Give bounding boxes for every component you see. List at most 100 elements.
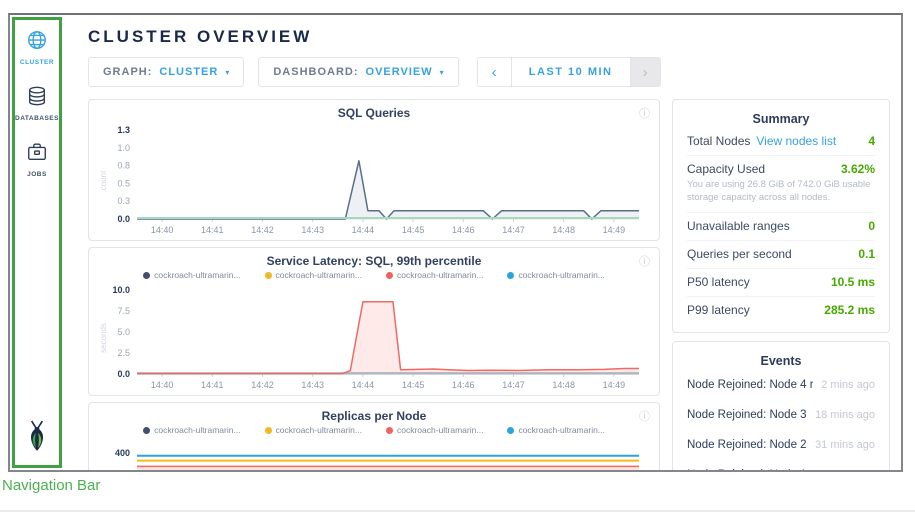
graph-dropdown[interactable]: GRAPH: CLUSTER ▾ (88, 57, 244, 87)
svg-text:400: 400 (115, 448, 130, 458)
svg-text:14:43: 14:43 (301, 225, 324, 235)
event-text: Node Rejoined: Node 2 rej... (687, 439, 807, 451)
info-icon[interactable]: ⓘ (639, 408, 650, 424)
sql-queries-chart-card: SQL Queries ⓘ 14:4014:4114:4214:4314:441… (88, 99, 660, 241)
content-row: SQL Queries ⓘ 14:4014:4114:4214:4314:441… (88, 99, 893, 472)
legend-dot-icon (265, 427, 272, 434)
svg-text:14:49: 14:49 (603, 225, 626, 235)
legend-dot-icon (386, 272, 393, 279)
sidebar-item-jobs[interactable]: JOBS (26, 141, 48, 178)
database-icon (26, 85, 48, 112)
summary-row-unavailable-ranges: Unavailable ranges 0 (687, 213, 875, 241)
legend-label: cockroach-ultramarin... (518, 270, 604, 280)
dashboard-dropdown[interactable]: DASHBOARD: OVERVIEW ▾ (258, 57, 458, 87)
legend-item[interactable]: cockroach-ultramarin... (265, 425, 362, 435)
service-latency-chart: 14:4014:4114:4214:4314:4414:4514:4614:47… (97, 283, 649, 393)
event-row[interactable]: Node Rejoined: Node 3 rej... 18 mins ago (687, 400, 875, 430)
svg-text:1.0: 1.0 (117, 143, 130, 153)
summary-row-capacity-used: Capacity Used 3.62% You are using 26.8 G… (687, 156, 875, 213)
events-panel: Events Node Rejoined: Node 4 rej... 2 mi… (672, 341, 890, 472)
chart-legend: cockroach-ultramarin... cockroach-ultrama… (97, 425, 651, 435)
navigation-bar: CLUSTER DATABASES JOBS (12, 17, 62, 468)
legend-label: cockroach-ultramarin... (276, 425, 362, 435)
legend-label: cockroach-ultramarin... (154, 425, 240, 435)
summary-row-value: 10.5 ms (831, 275, 875, 289)
svg-text:14:44: 14:44 (352, 380, 375, 390)
replicas-per-node-chart: 14:4014:4114:4214:4314:4414:4514:4614:47… (97, 438, 649, 472)
summary-row-value: 285.2 ms (824, 303, 875, 317)
legend-dot-icon (507, 427, 514, 434)
summary-row-label: Total Nodes (687, 134, 750, 148)
legend-item[interactable]: cockroach-ultramarin... (265, 270, 362, 280)
legend-label: cockroach-ultramarin... (397, 425, 483, 435)
legend-label: cockroach-ultramarin... (276, 270, 362, 280)
legend-item[interactable]: cockroach-ultramarin... (143, 270, 240, 280)
main-content: CLUSTER OVERVIEW GRAPH: CLUSTER ▾ DASHBO… (64, 15, 901, 470)
svg-text:14:42: 14:42 (251, 225, 274, 235)
globe-icon (26, 29, 48, 56)
svg-text:14:40: 14:40 (151, 225, 174, 235)
summary-row-value: 4 (868, 134, 875, 148)
navigation-bar-caption: Navigation Bar (2, 477, 100, 494)
legend-item[interactable]: cockroach-ultramarin... (386, 425, 483, 435)
svg-text:count: count (99, 170, 108, 190)
cockroachdb-logo[interactable] (24, 420, 50, 457)
chart-legend: cockroach-ultramarin... cockroach-ultrama… (97, 270, 651, 280)
summary-row-value: 0.1 (858, 247, 875, 261)
event-time: 18 mins ago (815, 409, 875, 421)
legend-item[interactable]: cockroach-ultramarin... (507, 425, 604, 435)
legend-dot-icon (265, 272, 272, 279)
right-column: Summary Total Nodes View nodes list 4 Ca… (672, 99, 890, 472)
summary-row-value: 3.62% (841, 162, 875, 176)
svg-text:14:44: 14:44 (352, 225, 375, 235)
graph-dropdown-value: CLUSTER (159, 66, 218, 78)
event-row[interactable]: Node Rejoined: Node 1 rej... an hour ago (687, 460, 875, 472)
briefcase-icon (26, 141, 48, 168)
summary-row-queries-per-second: Queries per second 0.1 (687, 241, 875, 269)
svg-text:0.8: 0.8 (117, 161, 130, 171)
view-nodes-list-link[interactable]: View nodes list (756, 134, 836, 148)
chevron-down-icon: ▾ (440, 68, 444, 77)
time-range-prev-button[interactable]: ‹ (478, 58, 512, 86)
summary-row-label: Queries per second (687, 247, 792, 261)
capacity-used-note: You are using 26.8 GiB of 742.0 GiB usab… (687, 179, 875, 205)
svg-text:seconds: seconds (99, 323, 108, 353)
event-row[interactable]: Node Rejoined: Node 4 rej... 2 mins ago (687, 370, 875, 400)
summary-row-p99-latency: P99 latency 285.2 ms (687, 297, 875, 324)
svg-text:0.5: 0.5 (117, 178, 130, 188)
time-range-next-button[interactable]: › (630, 58, 660, 86)
legend-item[interactable]: cockroach-ultramarin... (143, 425, 240, 435)
svg-text:14:46: 14:46 (452, 225, 475, 235)
svg-text:14:43: 14:43 (301, 380, 324, 390)
legend-item[interactable]: cockroach-ultramarin... (386, 270, 483, 280)
service-latency-chart-card: Service Latency: SQL, 99th percentile ⓘ … (88, 247, 660, 396)
svg-text:14:48: 14:48 (552, 225, 575, 235)
legend-item[interactable]: cockroach-ultramarin... (507, 270, 604, 280)
svg-text:0.0: 0.0 (117, 214, 130, 224)
event-row[interactable]: Node Rejoined: Node 2 rej... 31 mins ago (687, 430, 875, 460)
sidebar-item-cluster[interactable]: CLUSTER (20, 29, 54, 66)
sidebar-item-label: JOBS (27, 171, 47, 178)
event-text: Node Rejoined: Node 1 rej... (687, 469, 808, 472)
summary-row-p50-latency: P50 latency 10.5 ms (687, 269, 875, 297)
svg-text:14:42: 14:42 (251, 380, 274, 390)
admin-ui-screenshot-frame: CLUSTER DATABASES JOBS (8, 13, 903, 472)
sidebar-item-databases[interactable]: DATABASES (15, 85, 59, 122)
svg-text:14:45: 14:45 (402, 380, 425, 390)
svg-text:0.0: 0.0 (117, 369, 130, 379)
legend-label: cockroach-ultramarin... (397, 270, 483, 280)
summary-title: Summary (687, 112, 875, 126)
info-icon[interactable]: ⓘ (639, 253, 650, 269)
dashboard-dropdown-value: OVERVIEW (366, 66, 433, 78)
events-title: Events (687, 354, 875, 368)
svg-text:14:47: 14:47 (502, 225, 525, 235)
legend-dot-icon (143, 272, 150, 279)
event-text: Node Rejoined: Node 3 rej... (687, 409, 807, 421)
chart-title: SQL Queries (97, 106, 651, 120)
controls-row: GRAPH: CLUSTER ▾ DASHBOARD: OVERVIEW ▾ ‹… (88, 57, 893, 87)
summary-row-value: 0 (868, 219, 875, 233)
time-range-selector: ‹ LAST 10 MIN › (477, 57, 661, 87)
info-icon[interactable]: ⓘ (639, 105, 650, 121)
sql-queries-chart: 14:4014:4114:4214:4314:4414:4514:4614:47… (97, 123, 649, 238)
time-range-label[interactable]: LAST 10 MIN (512, 58, 630, 86)
